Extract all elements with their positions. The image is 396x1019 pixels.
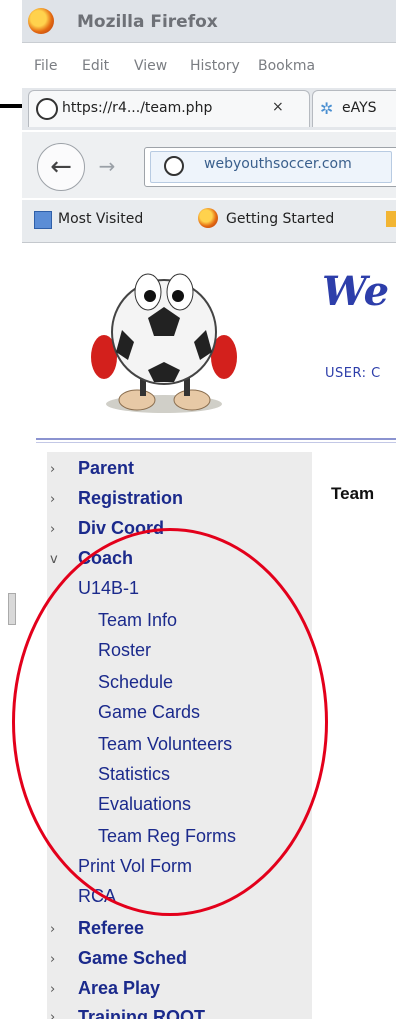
sidebar-item-roster[interactable]: Roster <box>98 640 151 661</box>
header-divider-light <box>36 442 396 443</box>
sidebar-item-game-cards[interactable]: Game Cards <box>98 702 200 723</box>
sidebar-item-parent[interactable]: Parent <box>78 458 134 479</box>
sidebar-item-rca[interactable]: RCA <box>78 886 116 907</box>
url-text: webyouthsoccer.com <box>204 156 352 172</box>
sidebar-item-schedule[interactable]: Schedule <box>98 672 173 693</box>
browser-window: Mozilla Firefox File Edit View History B… <box>22 0 396 1019</box>
expand-arrow-icon[interactable]: › <box>50 982 55 997</box>
scroll-handle[interactable] <box>8 593 16 625</box>
bookmark-most-visited[interactable]: Most Visited <box>58 211 143 227</box>
expand-arrow-icon[interactable]: › <box>50 952 55 967</box>
sidebar-item-referee[interactable]: Referee <box>78 918 144 939</box>
tab-eays-label: eAYS <box>342 100 377 116</box>
sidebar-item-registration[interactable]: Registration <box>78 488 183 509</box>
header-divider <box>36 438 396 440</box>
soccer-ball-icon <box>36 98 58 120</box>
soccer-mascot-logo <box>91 273 237 413</box>
back-button[interactable]: ← <box>37 143 85 191</box>
expand-arrow-icon[interactable]: › <box>50 1010 55 1019</box>
tab-team-label: https://r4.../team.php <box>62 100 213 116</box>
collapse-arrow-icon[interactable]: v <box>50 552 58 567</box>
sidebar-item-div-coord[interactable]: Div Coord <box>78 518 164 539</box>
most-visited-icon <box>34 211 52 229</box>
close-tab-icon[interactable]: × <box>272 99 284 115</box>
sidebar-item-area-play[interactable]: Area Play <box>78 978 160 999</box>
site-favicon-icon <box>164 156 184 176</box>
sidebar-item-print-vol-form[interactable]: Print Vol Form <box>78 856 192 877</box>
site-brand: We <box>322 268 390 315</box>
content-heading: Team <box>331 484 375 503</box>
getting-started-icon <box>198 208 218 228</box>
sidebar-item-u14b-1[interactable]: U14B-1 <box>78 578 139 599</box>
sidebar-item-training-root[interactable]: Training ROOT <box>78 1007 205 1019</box>
expand-arrow-icon[interactable]: › <box>50 922 55 937</box>
sidebar-item-evaluations[interactable]: Evaluations <box>98 794 191 815</box>
expand-arrow-icon[interactable]: › <box>50 492 55 507</box>
sidebar-item-team-volunteers[interactable]: Team Volunteers <box>98 734 232 755</box>
bookmark-getting-started[interactable]: Getting Started <box>226 211 334 227</box>
sidebar-item-game-sched[interactable]: Game Sched <box>78 948 187 969</box>
menu-edit[interactable]: Edit <box>82 58 109 74</box>
menu-bookmarks[interactable]: Bookma <box>258 58 315 74</box>
eays-icon: ✲ <box>320 99 334 118</box>
user-label: USER: C <box>325 366 381 381</box>
rss-icon <box>386 211 396 227</box>
sidebar-item-team-info[interactable]: Team Info <box>98 610 177 631</box>
firefox-logo-icon <box>28 8 54 34</box>
menu-history[interactable]: History <box>190 58 240 74</box>
menu-file[interactable]: File <box>34 58 57 74</box>
forward-button[interactable]: → <box>92 151 122 181</box>
expand-arrow-icon[interactable]: › <box>50 462 55 477</box>
menu-view[interactable]: View <box>134 58 167 74</box>
sidebar-item-statistics[interactable]: Statistics <box>98 764 170 785</box>
sidebar-item-coach[interactable]: Coach <box>78 548 133 569</box>
sidebar-item-team-reg-forms[interactable]: Team Reg Forms <box>98 826 236 847</box>
app-title: Mozilla Firefox <box>77 12 218 32</box>
expand-arrow-icon[interactable]: › <box>50 522 55 537</box>
